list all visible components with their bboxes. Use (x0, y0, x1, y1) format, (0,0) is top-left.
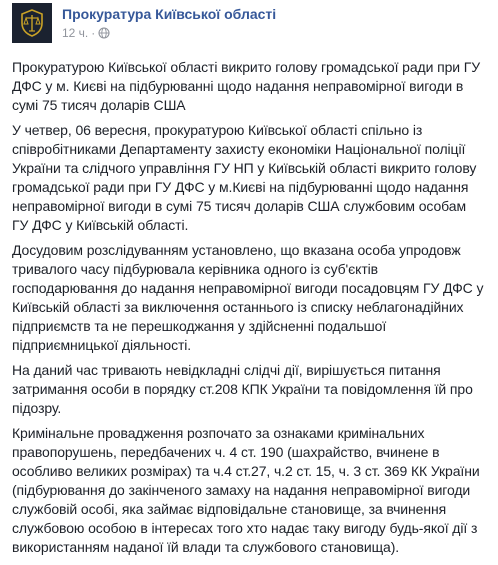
page-avatar[interactable] (12, 3, 52, 43)
globe-icon[interactable] (98, 27, 110, 39)
prosecutor-emblem-icon (21, 9, 43, 37)
meta-separator: · (91, 26, 96, 40)
post-meta: 12 ч. · (62, 25, 276, 41)
post-paragraph: У четвер, 06 вересня, прокуратурою Київс… (12, 122, 477, 233)
facebook-post: Прокуратура Київської області 12 ч. · Пр… (0, 0, 498, 565)
post-paragraph: Досудовим розслідуванням установлено, що… (12, 242, 484, 353)
header-text: Прокуратура Київської області 12 ч. · (62, 3, 276, 41)
post-paragraph: Кримінальне провадження розпочато за озн… (12, 425, 480, 555)
post-body: Прокуратурою Київської області викрито г… (12, 58, 488, 557)
post-paragraph: На даний час тривають невідкладні слідчі… (12, 362, 473, 416)
page-name-link[interactable]: Прокуратура Київської області (62, 5, 276, 23)
post-header: Прокуратура Київської області 12 ч. · (12, 0, 488, 53)
post-paragraph-headline: Прокуратурою Київської області викрито г… (12, 59, 481, 113)
post-timestamp[interactable]: 12 ч. (62, 25, 88, 41)
